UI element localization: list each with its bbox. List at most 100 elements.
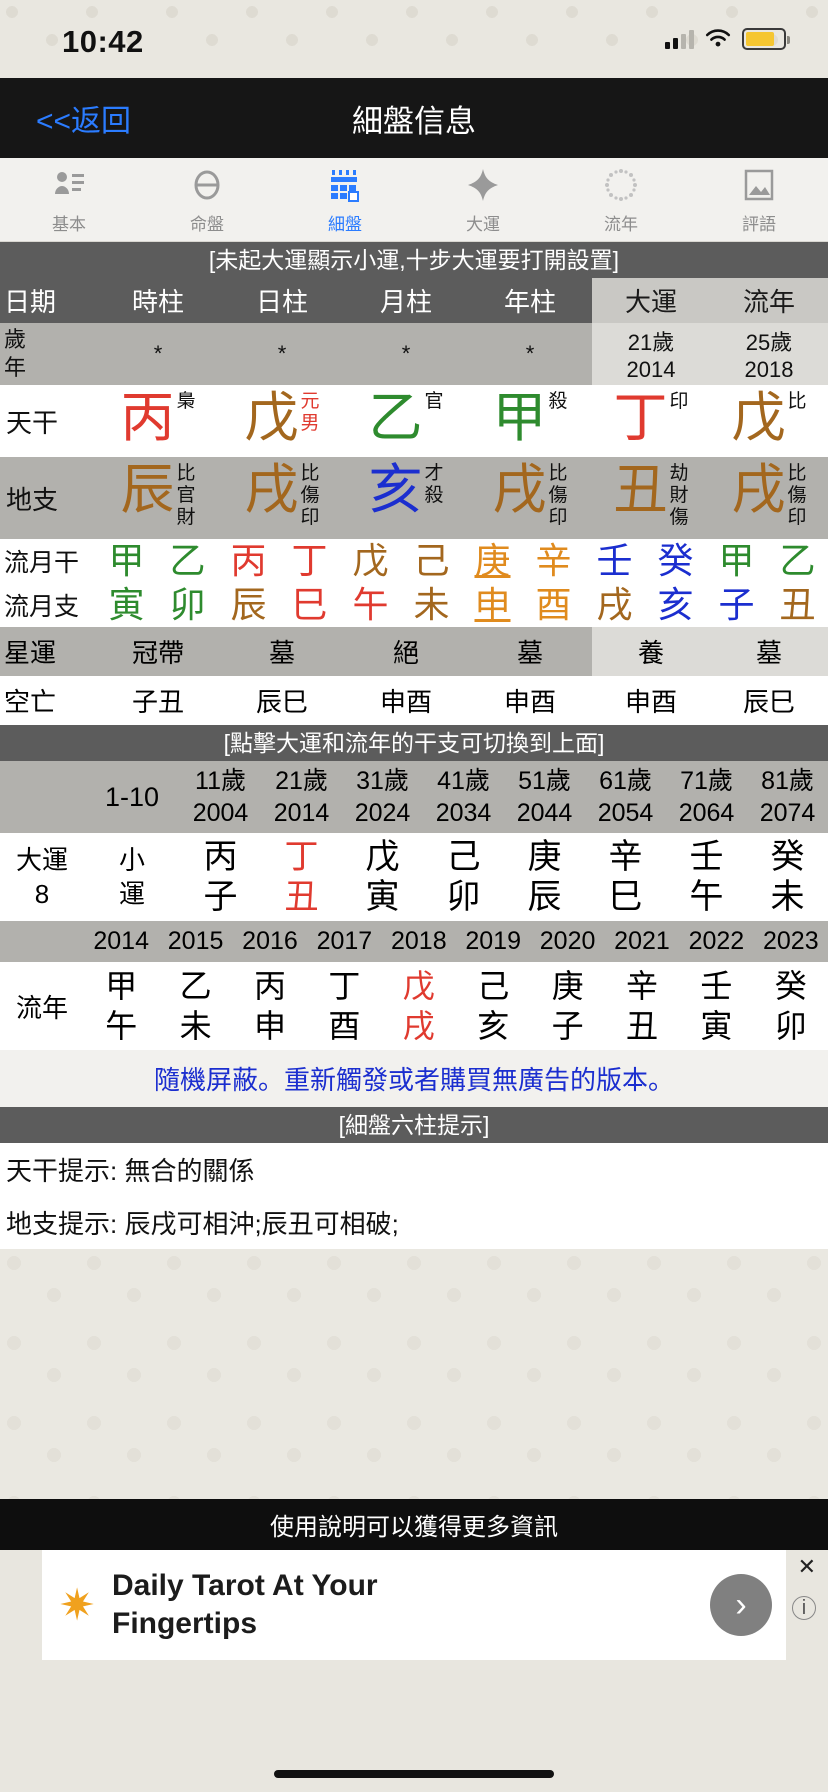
stem-cell-day[interactable]: 戊元男 <box>220 385 344 457</box>
year-flow-cell[interactable]: 丙申 <box>233 962 307 1050</box>
luck-pillar-cell[interactable]: 己卯 <box>423 833 504 921</box>
month-stems-label: 流月干 <box>4 549 80 577</box>
month-branch-cell[interactable]: 午 <box>340 583 401 627</box>
year-flow-cell[interactable]: 庚子 <box>530 962 604 1050</box>
branch-cell-month[interactable]: 亥才殺 <box>344 457 468 539</box>
month-stem-cell[interactable]: 癸 <box>645 539 706 583</box>
luck-pillar-cell[interactable]: 辛巳 <box>585 833 666 921</box>
year-flow-cell[interactable]: 乙未 <box>158 962 232 1050</box>
luck-pillar-cell[interactable]: 戊寅 <box>342 833 423 921</box>
year-flow-year[interactable]: 2014 <box>84 921 158 962</box>
month-stem-cell[interactable]: 戊 <box>340 539 401 583</box>
luck-pillar-ages-row: 1-10 11歲 2004 21歲 2014 31歲 2024 41歲 2034 51歲 2044… <box>0 761 828 833</box>
month-stem-cell[interactable]: 庚 <box>462 539 523 583</box>
year-flow-cell[interactable]: 丁酉 <box>307 962 381 1050</box>
branch-cell-dayun[interactable]: 丑劫財傷 <box>592 457 710 539</box>
back-button[interactable]: <<返回 <box>36 96 131 140</box>
chevron-right-icon[interactable]: › <box>710 1574 772 1636</box>
luck-age-year-cell[interactable]: 81歲 2074 <box>747 761 828 833</box>
stem-cell-liunian[interactable]: 戊比 <box>710 385 828 457</box>
branch-cell-year[interactable]: 戌比傷印 <box>468 457 592 539</box>
month-branch-cell[interactable]: 丑 <box>767 583 828 627</box>
year-flow-year[interactable]: 2021 <box>605 921 679 962</box>
ad-title: Daily Tarot At Your Fingertips <box>112 1567 710 1643</box>
flowing-month-stems-row: 流月干 甲乙丙丁戊己庚辛壬癸甲乙 <box>0 539 828 583</box>
month-stem-cell[interactable]: 甲 <box>706 539 767 583</box>
year-flow-cell[interactable]: 癸卯 <box>754 962 828 1050</box>
month-branch-cell[interactable]: 未 <box>401 583 462 627</box>
home-indicator <box>274 1770 554 1778</box>
luck-pillar-cell[interactable]: 癸未 <box>747 833 828 921</box>
month-stem-cell[interactable]: 壬 <box>584 539 645 583</box>
month-branch-cell[interactable]: 亥 <box>645 583 706 627</box>
year-flow-year[interactable]: 2023 <box>754 921 828 962</box>
luck-pillar-cell[interactable]: 庚辰 <box>504 833 585 921</box>
small-luck-cell[interactable]: 小 運 <box>84 843 180 911</box>
month-branch-cell[interactable]: 申 <box>462 583 523 627</box>
close-icon[interactable]: ✕ <box>798 1554 816 1580</box>
year-flow-cell[interactable]: 辛丑 <box>605 962 679 1050</box>
luck-pillar-cell[interactable]: 壬午 <box>666 833 747 921</box>
annotation: 殺 <box>424 485 444 506</box>
year-flow-year[interactable]: 2015 <box>158 921 232 962</box>
year-flow-stem: 辛 <box>625 968 658 1004</box>
month-branch-cell[interactable]: 酉 <box>523 583 584 627</box>
year-flow-year[interactable]: 2016 <box>233 921 307 962</box>
month-stem-cell[interactable]: 甲 <box>96 539 157 583</box>
year-flow-cell[interactable]: 戊戌 <box>382 962 456 1050</box>
year-flow-year[interactable]: 2022 <box>679 921 753 962</box>
month-branch-cell[interactable]: 戌 <box>584 583 645 627</box>
month-branch-cell[interactable]: 寅 <box>96 583 157 627</box>
year-flow-year[interactable]: 2019 <box>456 921 530 962</box>
stem-cell-hour[interactable]: 丙梟 <box>96 385 220 457</box>
month-branch-cell[interactable]: 子 <box>706 583 767 627</box>
branch-cell-day[interactable]: 戌比傷印 <box>220 457 344 539</box>
luck-age-year-cell[interactable]: 11歲 2004 <box>180 761 261 833</box>
branch-cell-hour[interactable]: 辰比官財 <box>96 457 220 539</box>
year-flow-cell[interactable]: 甲午 <box>84 962 158 1050</box>
month-stem-cell[interactable]: 辛 <box>523 539 584 583</box>
luck-pillar-cell[interactable]: 丁丑 <box>261 833 342 921</box>
luck-age-year-cell[interactable]: 31歲 2024 <box>342 761 423 833</box>
star-liunian: 墓 <box>710 627 828 676</box>
stem-cell-month[interactable]: 乙官 <box>344 385 468 457</box>
luck-age-year-cell[interactable]: 61歲 2054 <box>585 761 666 833</box>
month-branch-cell[interactable]: 辰 <box>218 583 279 627</box>
month-stem-cell[interactable]: 乙 <box>767 539 828 583</box>
month-branch-cell[interactable]: 卯 <box>157 583 218 627</box>
header-dayun[interactable]: 大運 <box>592 278 710 323</box>
year-flow-year[interactable]: 2017 <box>307 921 381 962</box>
luck-age-year-cell[interactable]: 21歲 2014 <box>261 761 342 833</box>
dayun-age-year[interactable]: 21歲 2014 <box>592 323 710 385</box>
tab-jiben[interactable]: 基本 <box>0 158 138 241</box>
tab-pingyu[interactable]: 評語 <box>690 158 828 241</box>
branch-glyph: 丑 <box>613 458 668 521</box>
year-flow-year[interactable]: 2018 <box>382 921 456 962</box>
liunian-age-year[interactable]: 25歲 2018 <box>710 323 828 385</box>
stem-cell-year[interactable]: 甲殺 <box>468 385 592 457</box>
year-flow-year[interactable]: 2020 <box>530 921 604 962</box>
luck-pillar-cell[interactable]: 丙子 <box>180 833 261 921</box>
month-branch-cell[interactable]: 巳 <box>279 583 340 627</box>
month-stem-cell[interactable]: 丁 <box>279 539 340 583</box>
branch-cell-liunian[interactable]: 戌比傷印 <box>710 457 828 539</box>
month-stem-cell[interactable]: 丙 <box>218 539 279 583</box>
luck-age-year-cell[interactable]: 51歲 2044 <box>504 761 585 833</box>
ten-god-annotations: 才殺 <box>424 461 443 507</box>
tab-dayun[interactable]: 大運 <box>414 158 552 241</box>
month-stem-cell[interactable]: 己 <box>401 539 462 583</box>
luck-age-year-cell[interactable]: 41歲 2034 <box>423 761 504 833</box>
header-liunian[interactable]: 流年 <box>710 278 828 323</box>
month-stem-cell[interactable]: 乙 <box>157 539 218 583</box>
tab-mingpan[interactable]: 命盤 <box>138 158 276 241</box>
year-flow-cell[interactable]: 己亥 <box>456 962 530 1050</box>
ad-blocked-message[interactable]: 隨機屏蔽。重新觸發或者購買無廣告的版本。 <box>0 1050 828 1107</box>
tab-liunian[interactable]: 流年 <box>552 158 690 241</box>
ad-instruction-label[interactable]: 使用說明可以獲得更多資訊 <box>0 1499 828 1550</box>
info-icon[interactable]: i <box>792 1596 816 1620</box>
year-flow-cell[interactable]: 壬寅 <box>679 962 753 1050</box>
luck-age-year-cell[interactable]: 71歲 2064 <box>666 761 747 833</box>
tab-xipan[interactable]: 細盤 <box>276 158 414 241</box>
stem-cell-dayun[interactable]: 丁印 <box>592 385 710 457</box>
advertisement-banner[interactable]: ✷ Daily Tarot At Your Fingertips › ✕ i <box>42 1550 816 1660</box>
